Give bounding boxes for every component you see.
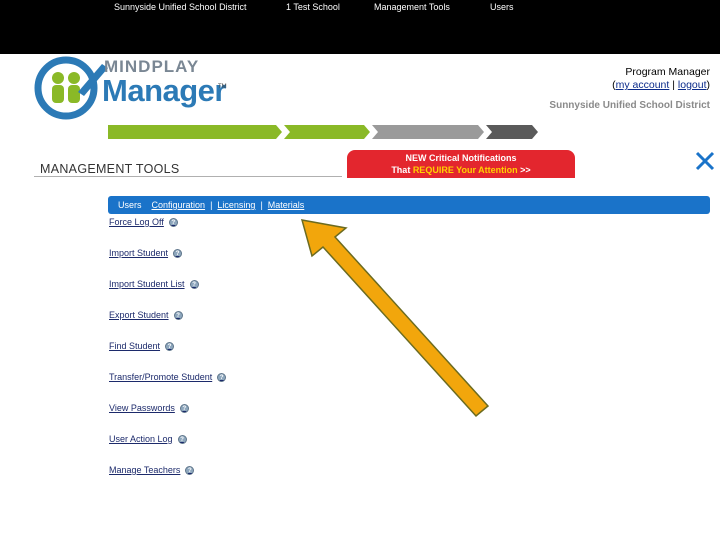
notification-text-arrows: >> (517, 165, 531, 175)
logout-link[interactable]: logout (678, 79, 707, 91)
tab-licensing[interactable]: Licensing (217, 200, 255, 210)
info-icon[interactable]: ? (165, 341, 175, 351)
menu-item-transfer-promote-student[interactable]: Transfer/Promote Student? (109, 372, 227, 382)
menu-item-import-student[interactable]: Import Student? (109, 248, 183, 258)
district-name: Sunnyside Unified School District (549, 100, 710, 111)
menu-item-label: Find Student (109, 341, 161, 351)
breadcrumb (108, 125, 538, 139)
menu-item-label: View Passwords (109, 403, 175, 413)
breadcrumb-users[interactable]: Users (484, 0, 514, 14)
close-x-icon[interactable] (694, 150, 716, 172)
logo-trademark: TM (218, 84, 227, 90)
menu-item-label: Import Student (109, 248, 169, 258)
info-icon[interactable]: ? (168, 217, 178, 227)
menu-item-label: Force Log Off (109, 217, 164, 227)
menu-item-label: Export Student (109, 310, 169, 320)
info-icon[interactable]: ? (179, 403, 189, 413)
breadcrumb-school[interactable]: 1 Test School (280, 0, 340, 14)
page-title: MANAGEMENT TOOLS (40, 162, 180, 176)
tab-separator: | (210, 200, 213, 210)
menu-item-label: Import Student List (109, 279, 185, 289)
info-icon[interactable]: ? (189, 279, 199, 289)
menu-item-label: User Action Log (109, 434, 173, 444)
logo-text-manager: Manager (102, 73, 226, 108)
annotation-arrow-icon (300, 219, 490, 418)
info-icon[interactable]: ? (177, 434, 187, 444)
my-account-link[interactable]: my account (616, 79, 670, 91)
user-role: Program Manager (625, 66, 710, 78)
menu-item-manage-teachers[interactable]: Manage Teachers? (109, 465, 195, 475)
menu-item-find-student[interactable]: Find Student? (109, 341, 175, 351)
account-links: (my account | logout) (612, 79, 710, 91)
info-icon[interactable]: ? (217, 372, 227, 382)
info-icon[interactable]: ? (185, 465, 195, 475)
menu-item-force-log-off[interactable]: Force Log Off? (109, 217, 178, 227)
tab-configuration[interactable]: Configuration (152, 200, 206, 210)
tab-users[interactable]: Users (118, 200, 142, 210)
breadcrumb-district[interactable]: Sunnyside Unified School District (108, 0, 247, 14)
menu-item-user-action-log[interactable]: User Action Log? (109, 434, 187, 444)
tab-separator: | (260, 200, 263, 210)
menu-item-label: Manage Teachers (109, 465, 181, 475)
title-underline (34, 176, 342, 177)
notification-line1: NEW Critical Notifications (405, 153, 517, 163)
info-icon[interactable]: ? (173, 248, 183, 258)
menu-item-view-passwords[interactable]: View Passwords? (109, 403, 189, 413)
tab-materials[interactable]: Materials (268, 200, 305, 210)
menu-item-label: Transfer/Promote Student (109, 372, 213, 382)
tool-tabs: Users Configuration | Licensing | Materials (118, 196, 304, 214)
menu-item-export-student[interactable]: Export Student? (109, 310, 183, 320)
breadcrumb-management-tools[interactable]: Management Tools (368, 0, 450, 14)
info-icon[interactable]: ? (173, 310, 183, 320)
notification-text-highlight: REQUIRE Your Attention (412, 165, 518, 175)
critical-notifications-banner[interactable]: NEW Critical Notifications That REQUIRE … (347, 150, 575, 178)
tab-separator (142, 200, 152, 210)
notification-text-pre: That (391, 165, 413, 175)
notification-line2: That REQUIRE Your Attention >> (347, 164, 575, 176)
menu-item-import-student-list[interactable]: Import Student List? (109, 279, 199, 289)
user-panel: Program Manager (my account | logout) (612, 66, 710, 92)
